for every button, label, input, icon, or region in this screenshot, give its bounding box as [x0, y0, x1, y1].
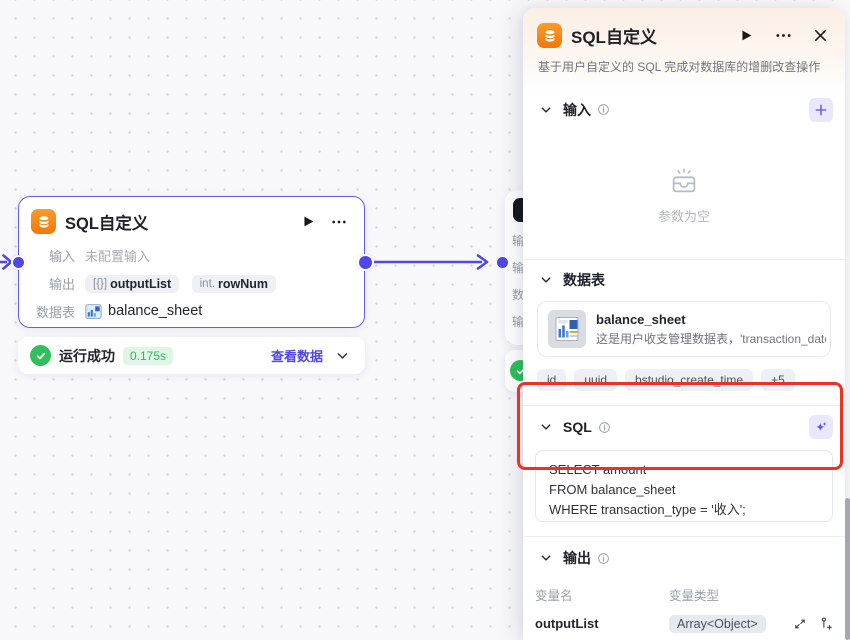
field-tag-more[interactable]: +5: [761, 369, 795, 391]
empty-state-text: 参数为空: [658, 206, 710, 225]
success-check-icon: [30, 345, 51, 366]
run-status-bar: 运行成功 0.175s 查看数据: [18, 337, 365, 374]
sql-code-editor[interactable]: SELECT amount FROM balance_sheet WHERE t…: [535, 450, 833, 522]
output-variables-table: 变量名 变量类型 outputList Array<Object> rowNum…: [523, 579, 845, 640]
node-detail-panel: SQL自定义 基于用户自定义的 SQL 完成对数据库的增删改查操作 输入: [523, 8, 845, 640]
database-icon: [31, 209, 56, 234]
datatable-description: 这是用户收支管理数据表，'transaction_date'存…: [596, 330, 826, 347]
datatable-thumbnail-icon: [548, 310, 586, 348]
input-row-value: 未配置输入: [85, 246, 150, 265]
status-chevron-down-icon[interactable]: [331, 345, 353, 367]
field-tag[interactable]: bstudio_create_time: [625, 369, 753, 391]
table-section-chevron-icon[interactable]: [535, 269, 557, 291]
table-row-label: 数据表: [31, 302, 75, 321]
column-header-type: 变量类型: [669, 585, 787, 604]
output-pill-outputlist[interactable]: [{}]outputList: [85, 275, 179, 293]
datatable-name: balance_sheet: [596, 312, 826, 327]
panel-close-icon[interactable]: [809, 25, 831, 47]
view-data-link[interactable]: 查看数据: [271, 346, 323, 365]
sql-line: FROM balance_sheet: [549, 480, 819, 500]
table-section-title: 数据表: [563, 270, 605, 290]
output-section-title: 输出: [563, 548, 591, 568]
sql-section-title: SQL: [563, 419, 592, 435]
sql-info-icon[interactable]: [598, 421, 611, 434]
input-info-icon[interactable]: [597, 103, 610, 116]
output-row-label: 输出: [31, 274, 75, 293]
input-section-chevron-icon[interactable]: [535, 99, 557, 121]
output-row-outputlist: outputList Array<Object>: [535, 607, 833, 640]
panel-database-icon: [537, 23, 562, 48]
field-tag[interactable]: uuid: [574, 369, 617, 391]
datatable-card[interactable]: balance_sheet 这是用户收支管理数据表，'transaction_d…: [537, 301, 831, 357]
run-duration-badge: 0.175s: [123, 347, 173, 365]
node1-input-port[interactable]: [11, 255, 26, 270]
panel-run-icon[interactable]: [735, 25, 757, 47]
node1-output-port[interactable]: [357, 254, 374, 271]
input-row-label: 输入: [31, 246, 75, 265]
panel-more-icon[interactable]: [772, 25, 794, 47]
panel-subtitle: 基于用户自定义的 SQL 完成对数据库的增删改查操作: [523, 48, 845, 87]
output-pill-rownum[interactable]: int.rowNum: [192, 275, 276, 293]
node2-input-port[interactable]: [497, 257, 508, 268]
type-badge: Array<Object>: [669, 615, 766, 633]
node-sql-custom[interactable]: SQL自定义 输入 未配置输入 输出 [{}]outputList int.ro…: [18, 196, 365, 328]
panel-title: SQL自定义: [571, 23, 726, 48]
output-section-chevron-icon[interactable]: [535, 547, 557, 569]
node-title: SQL自定义: [65, 210, 288, 234]
field-tag[interactable]: id: [537, 369, 566, 391]
input-empty-state: 参数为空: [523, 131, 845, 259]
output-info-icon[interactable]: [597, 552, 610, 565]
ai-generate-sql-button[interactable]: [809, 415, 833, 439]
expand-variable-icon[interactable]: [787, 617, 813, 631]
column-header-name: 变量名: [535, 585, 669, 604]
table-icon: [85, 303, 102, 320]
input-section-title: 输入: [563, 100, 591, 120]
empty-inbox-icon: [667, 166, 701, 198]
add-input-param-button[interactable]: [809, 98, 833, 122]
panel-scrollbar[interactable]: [845, 498, 850, 640]
sql-line: SELECT amount: [549, 460, 819, 480]
table-row-value: balance_sheet: [108, 303, 202, 319]
sql-section-chevron-icon[interactable]: [535, 416, 557, 438]
add-child-variable-icon[interactable]: [813, 616, 839, 631]
run-node-icon[interactable]: [297, 211, 319, 233]
run-status-text: 运行成功: [59, 346, 115, 366]
more-options-icon[interactable]: [328, 211, 350, 233]
sql-line: WHERE transaction_type = '收入';: [549, 500, 819, 520]
